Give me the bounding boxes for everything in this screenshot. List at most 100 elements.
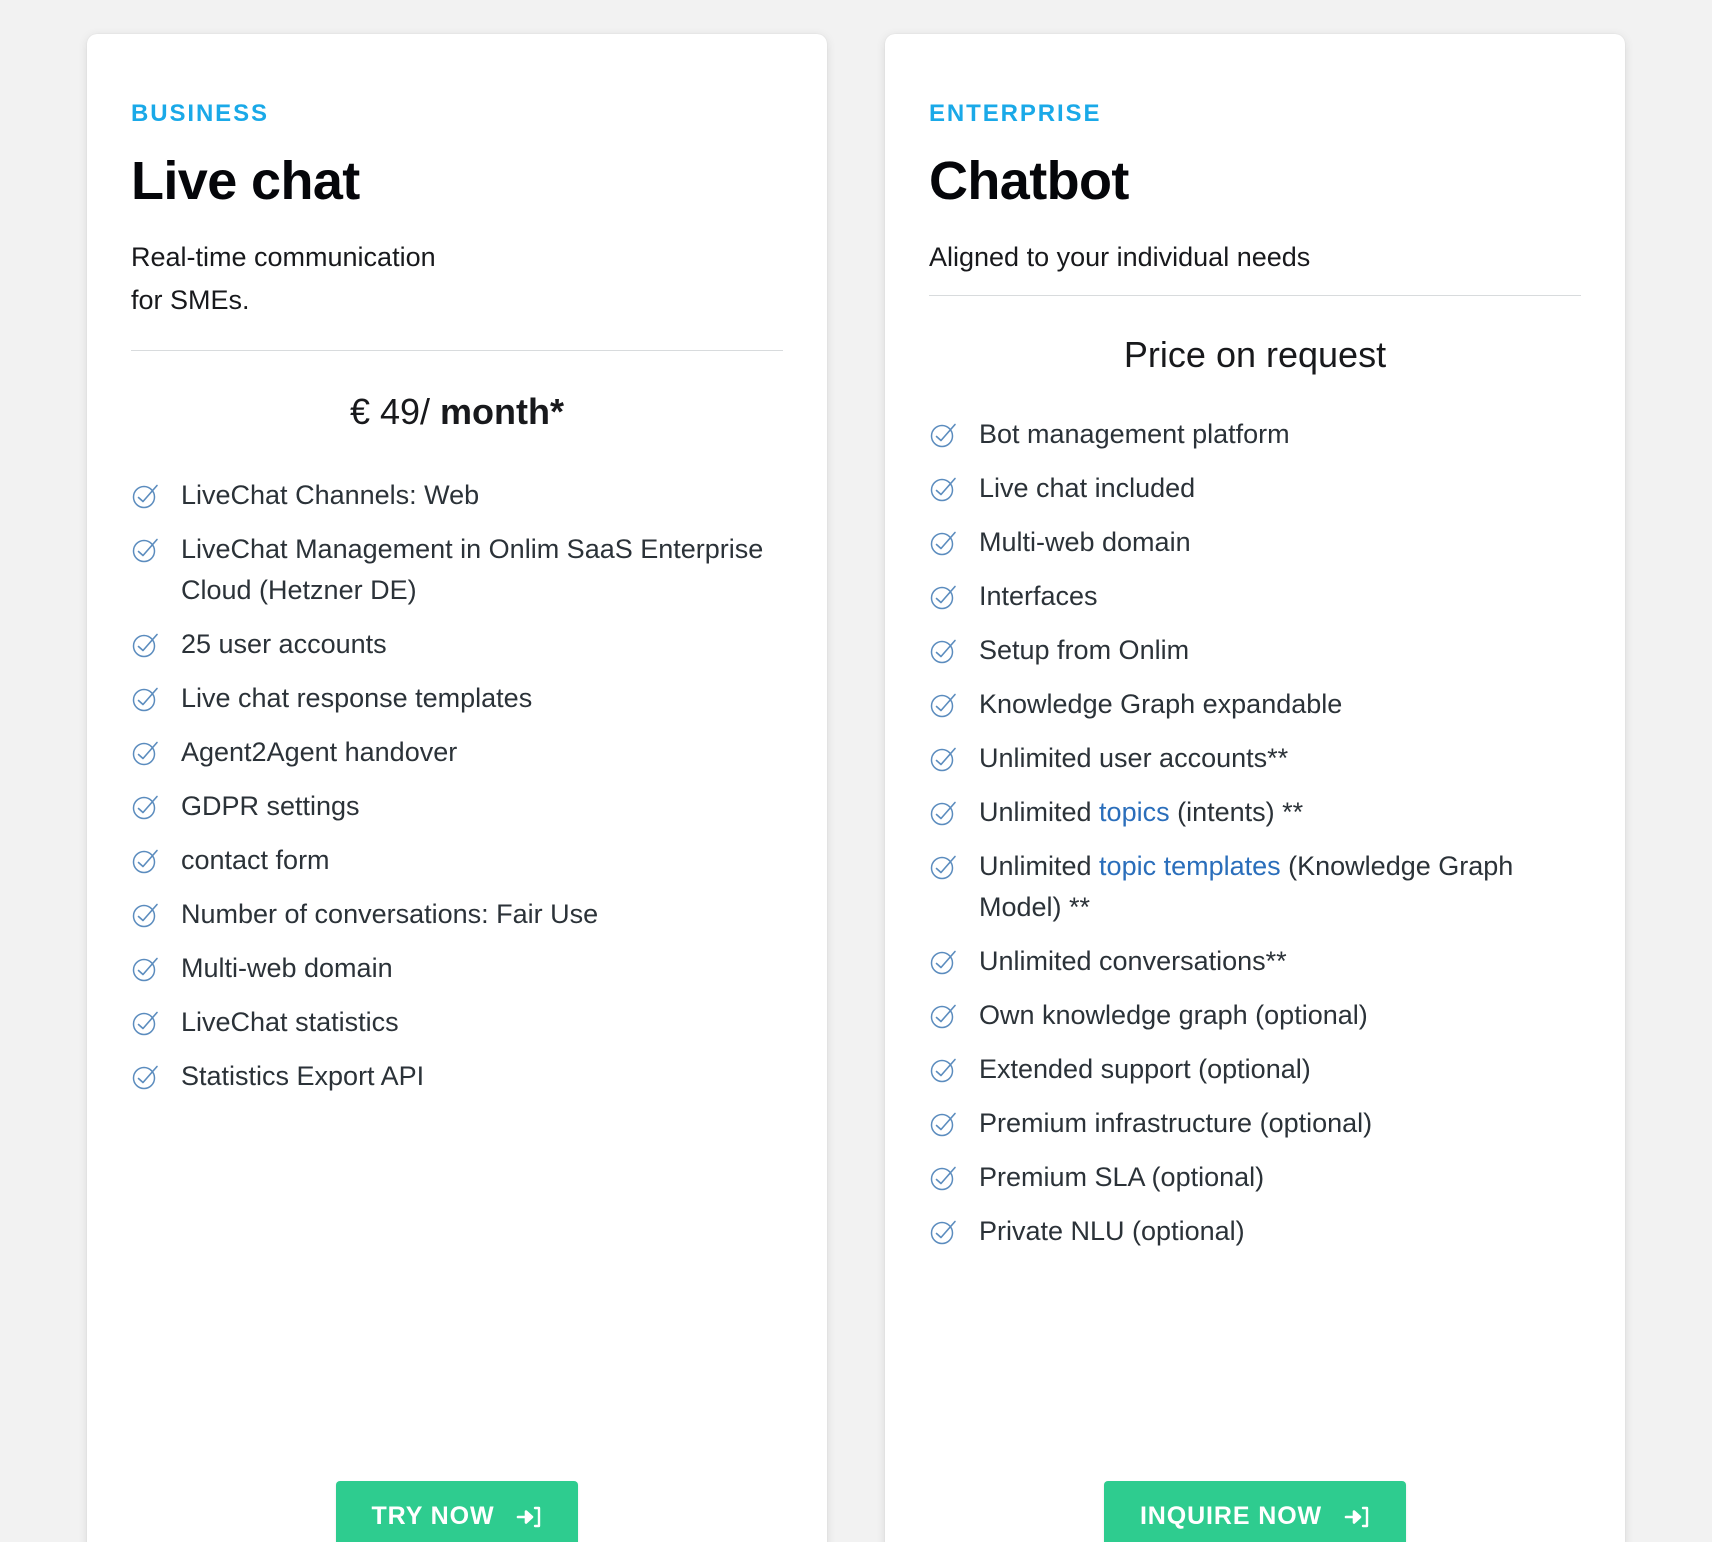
feature-item: Unlimited topic templates (Knowledge Gra… (929, 846, 1581, 928)
feature-label: Unlimited topic templates (Knowledge Gra… (979, 846, 1581, 928)
feature-item: LiveChat Management in Onlim SaaS Enterp… (131, 529, 783, 611)
topic-templates-link[interactable]: topic templates (1099, 851, 1281, 881)
circle-check-icon (131, 900, 161, 930)
plan-subtitle-line-1: Real-time communication (131, 242, 436, 273)
feature-label: Extended support (optional) (979, 1054, 1311, 1085)
circle-check-icon (131, 846, 161, 876)
feature-item: Unlimited conversations** (929, 941, 1581, 982)
circle-check-icon (929, 947, 959, 977)
feature-item: Statistics Export API (131, 1056, 783, 1097)
feature-suffix: (intents) ** (1169, 797, 1304, 828)
feature-label: Multi-web domain (979, 527, 1191, 558)
feature-label: GDPR settings (181, 790, 360, 821)
circle-check-icon (131, 1062, 161, 1092)
feature-item: Premium infrastructure (optional) (929, 1103, 1581, 1144)
circle-check-icon (929, 744, 959, 774)
feature-label: Live chat response templates (181, 682, 533, 713)
feature-item: Setup from Onlim (929, 630, 1581, 671)
feature-item: Unlimited topics (intents) ** (929, 792, 1581, 833)
circle-check-icon (929, 1001, 959, 1031)
circle-check-icon (929, 1055, 959, 1085)
feature-list: Bot management platform Live chat includ… (929, 414, 1581, 1266)
cta-label: TRY NOW (371, 1502, 495, 1530)
feature-item: Multi-web domain (131, 948, 783, 989)
feature-label: Setup from Onlim (979, 635, 1190, 666)
feature-item: LiveChat Channels: Web (131, 475, 783, 516)
cta-container: TRY NOW (131, 1481, 783, 1542)
plan-subtitle: Real-time communication for SMEs. (131, 236, 783, 321)
circle-check-icon (131, 792, 161, 822)
circle-check-icon (929, 636, 959, 666)
feature-item: Live chat included (929, 468, 1581, 509)
inquire-now-button[interactable]: INQUIRE NOW (1103, 1481, 1407, 1542)
circle-check-icon (929, 1109, 959, 1139)
circle-check-icon (929, 1163, 959, 1193)
circle-check-icon (131, 1008, 161, 1038)
circle-check-icon (131, 481, 161, 511)
feature-label: LiveChat statistics (181, 1006, 399, 1037)
sign-in-arrow-icon (516, 1504, 542, 1530)
pricing-card-enterprise: ENTERPRISE Chatbot Aligned to your indiv… (885, 34, 1625, 1542)
plan-subtitle: Aligned to your individual needs (929, 236, 1581, 279)
try-now-button[interactable]: TRY NOW (335, 1481, 579, 1542)
circle-check-icon (929, 582, 959, 612)
plan-subtitle-line-2: for SMEs. (131, 284, 250, 315)
feature-label: Own knowledge graph (optional) (979, 1000, 1368, 1031)
circle-check-icon (131, 535, 161, 565)
circle-check-icon (929, 690, 959, 720)
circle-check-icon (929, 528, 959, 558)
feature-item: 25 user accounts (131, 624, 783, 665)
circle-check-icon (131, 738, 161, 768)
feature-item: Premium SLA (optional) (929, 1157, 1581, 1198)
feature-label: Number of conversations: Fair Use (181, 898, 599, 929)
circle-check-icon (131, 684, 161, 714)
price-amount: € 49/ (349, 390, 431, 432)
feature-label: Premium SLA (optional) (979, 1162, 1265, 1193)
header-divider (131, 349, 783, 351)
feature-item: Extended support (optional) (929, 1049, 1581, 1090)
circle-check-icon (131, 630, 161, 660)
price-unit: month* (440, 390, 565, 432)
header-divider (929, 294, 1581, 296)
plan-price: € 49/ month* (131, 391, 783, 433)
topics-link[interactable]: topics (1099, 797, 1170, 827)
feature-label: Agent2Agent handover (181, 736, 458, 767)
plan-eyebrow-label: ENTERPRISE (929, 100, 1102, 127)
plan-subtitle-line-1: Aligned to your individual needs (929, 242, 1311, 273)
circle-check-icon (929, 420, 959, 450)
feature-label: LiveChat Management in Onlim SaaS Enterp… (181, 533, 764, 605)
pricing-cards-container: BUSINESS Live chat Real-time communicati… (0, 0, 1712, 1542)
pricing-card-business: BUSINESS Live chat Real-time communicati… (87, 34, 827, 1542)
feature-item: LiveChat statistics (131, 1002, 783, 1043)
feature-item: Private NLU (optional) (929, 1211, 1581, 1252)
circle-check-icon (929, 1217, 959, 1247)
feature-item: Number of conversations: Fair Use (131, 894, 783, 935)
feature-prefix: Unlimited (979, 797, 1100, 828)
feature-item: Interfaces (929, 576, 1581, 617)
feature-label: Statistics Export API (181, 1060, 425, 1091)
feature-item: Live chat response templates (131, 678, 783, 719)
feature-label: Private NLU (optional) (979, 1216, 1245, 1247)
plan-eyebrow-label: BUSINESS (131, 100, 269, 127)
feature-label: 25 user accounts (181, 628, 387, 659)
circle-check-icon (131, 954, 161, 984)
feature-label: Unlimited conversations** (979, 946, 1287, 977)
feature-label: Interfaces (979, 581, 1098, 612)
feature-label: Bot management platform (979, 418, 1290, 449)
cta-label: INQUIRE NOW (1139, 1502, 1323, 1530)
feature-item: Multi-web domain (929, 522, 1581, 563)
feature-label: Unlimited topics (intents) ** (979, 792, 1303, 833)
feature-prefix: Unlimited (979, 851, 1100, 882)
cta-container: INQUIRE NOW (929, 1481, 1581, 1542)
plan-price-on-request: Price on request (1123, 333, 1387, 375)
feature-label: Live chat included (979, 473, 1196, 503)
circle-check-icon (929, 852, 959, 882)
circle-check-icon (929, 474, 959, 504)
circle-check-icon (929, 798, 959, 828)
feature-label: Knowledge Graph expandable (979, 689, 1343, 720)
feature-item: Agent2Agent handover (131, 732, 783, 773)
feature-item: Unlimited user accounts** (929, 738, 1581, 779)
feature-label: Premium infrastructure (optional) (979, 1108, 1373, 1139)
feature-label: contact form (181, 844, 330, 875)
plan-title: Live chat (131, 151, 360, 211)
